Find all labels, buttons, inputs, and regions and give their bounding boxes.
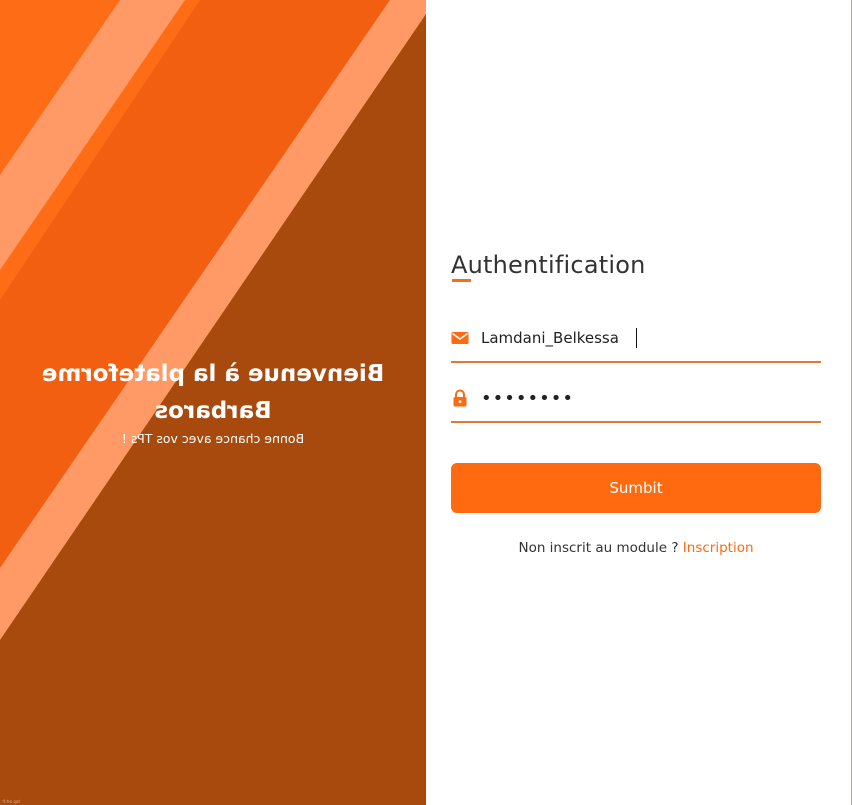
register-link[interactable]: Inscription	[683, 540, 754, 556]
lock-icon	[451, 389, 469, 407]
submit-button[interactable]: Sumbit	[451, 463, 821, 513]
welcome-panel: Bienvenue à la plateforme Barbaros Bonne…	[0, 0, 426, 805]
login-page: Bienvenue à la plateforme Barbaros Bonne…	[0, 0, 852, 805]
password-field	[451, 377, 821, 423]
username-input[interactable]	[481, 323, 811, 353]
hero-subtitle: Bonne chance avec vos TPs !	[121, 431, 305, 446]
username-field	[451, 317, 821, 363]
page-title: Authentification	[451, 251, 646, 279]
register-prompt: Non inscrit au module ? Inscription	[451, 540, 821, 556]
text-cursor	[636, 328, 637, 348]
hero-text: Bienvenue à la plateforme Barbaros Bonne…	[0, 356, 426, 446]
image-credit: top art.fr	[2, 799, 20, 804]
hero-title: Bienvenue à la plateforme Barbaros	[41, 361, 385, 424]
password-input[interactable]	[481, 383, 811, 413]
register-prompt-text: Non inscrit au module ?	[518, 540, 679, 556]
login-form: Authentification Sumbit	[451, 0, 821, 805]
title-underline	[452, 279, 471, 282]
envelope-icon	[451, 329, 469, 347]
